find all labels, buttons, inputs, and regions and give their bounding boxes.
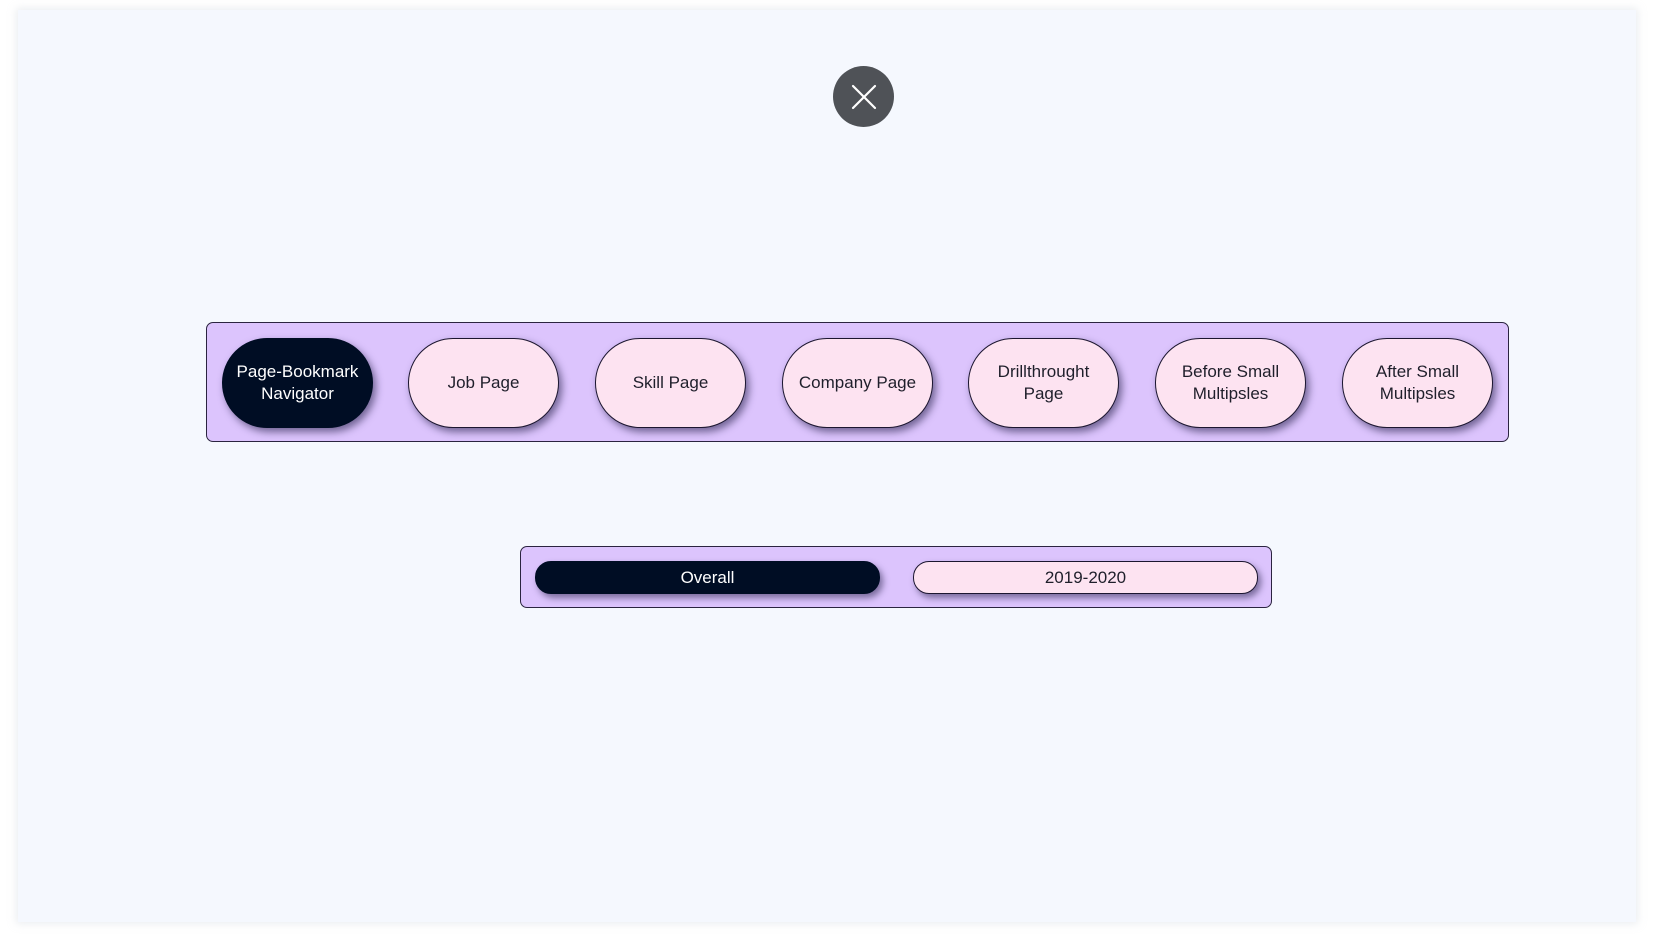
nav-button-job-page[interactable]: Job Page xyxy=(408,338,559,428)
close-icon xyxy=(851,84,876,109)
nav-button-label: Page-Bookmark Navigator xyxy=(236,362,359,403)
nav-button-company-page[interactable]: Company Page xyxy=(782,338,933,428)
close-button[interactable] xyxy=(833,66,894,127)
nav-button-drillthrough-page[interactable]: Drillthrought Page xyxy=(968,338,1119,428)
nav-button-label: After Small Multipsles xyxy=(1375,362,1460,403)
period-button-label: 2019-2020 xyxy=(1044,567,1127,587)
nav-button-label: Before Small Multipsles xyxy=(1181,362,1280,403)
report-canvas: Page-Bookmark Navigator Job Page Skill P… xyxy=(18,10,1636,922)
nav-button-page-bookmark-navigator[interactable]: Page-Bookmark Navigator xyxy=(222,338,373,428)
nav-button-label: Drillthrought Page xyxy=(997,362,1090,403)
page-navigator: Page-Bookmark Navigator Job Page Skill P… xyxy=(206,322,1509,442)
overall-button-label: Overall xyxy=(680,567,735,587)
nav-button-label: Skill Page xyxy=(632,373,709,392)
nav-button-label: Company Page xyxy=(798,373,917,392)
period-toggle: Overall 2019-2020 xyxy=(520,546,1272,608)
nav-button-after-small-multiples[interactable]: After Small Multipsles xyxy=(1342,338,1493,428)
overall-button[interactable]: Overall xyxy=(535,561,880,594)
period-2019-2020-button[interactable]: 2019-2020 xyxy=(913,561,1258,594)
nav-button-label: Job Page xyxy=(447,373,520,392)
nav-button-before-small-multiples[interactable]: Before Small Multipsles xyxy=(1155,338,1306,428)
nav-button-skill-page[interactable]: Skill Page xyxy=(595,338,746,428)
